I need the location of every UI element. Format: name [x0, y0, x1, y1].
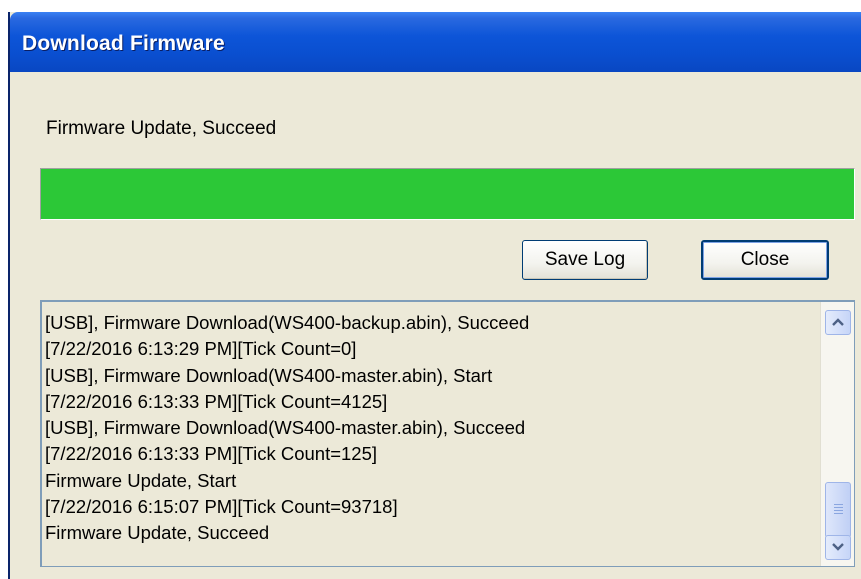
close-button[interactable]: Close: [701, 240, 829, 280]
chevron-up-icon: [832, 318, 844, 326]
title-bar[interactable]: Download Firmware: [10, 12, 861, 72]
progress-fill: [41, 169, 854, 219]
log-line: [7/22/2016 6:15:07 PM][Tick Count=93718]: [45, 496, 398, 518]
log-line: [7/22/2016 6:13:33 PM][Tick Count=125]: [45, 443, 378, 465]
log-line: [7/22/2016 6:13:33 PM][Tick Count=4125]: [45, 390, 388, 412]
log-line: [7/22/2016 6:13:29 PM][Tick Count=0]: [45, 338, 357, 360]
scroll-thumb[interactable]: [825, 482, 851, 538]
log-lines: [USB], Firmware Download(WS400-backup.ab…: [45, 310, 814, 547]
progress-bar: [40, 168, 855, 220]
log-line: Firmware Update, Start: [45, 469, 237, 491]
log-line: Firmware Update, Succeed: [45, 522, 270, 544]
log-textarea[interactable]: [USB], Firmware Download(WS400-backup.ab…: [40, 300, 855, 567]
save-log-button[interactable]: Save Log: [522, 240, 648, 280]
window-title: Download Firmware: [22, 32, 225, 55]
thumb-grip-icon: [834, 504, 843, 516]
scroll-down-button[interactable]: [825, 535, 851, 560]
log-line: [USB], Firmware Download(WS400-master.ab…: [45, 417, 526, 439]
download-firmware-dialog: Download Firmware Firmware Update, Succe…: [8, 12, 861, 579]
chevron-down-icon: [832, 543, 844, 551]
scroll-up-button[interactable]: [825, 310, 851, 335]
log-line: [USB], Firmware Download(WS400-master.ab…: [45, 364, 493, 386]
status-message: Firmware Update, Succeed: [46, 118, 277, 139]
log-scrollbar[interactable]: [820, 302, 854, 566]
log-line: [USB], Firmware Download(WS400-backup.ab…: [45, 312, 530, 333]
